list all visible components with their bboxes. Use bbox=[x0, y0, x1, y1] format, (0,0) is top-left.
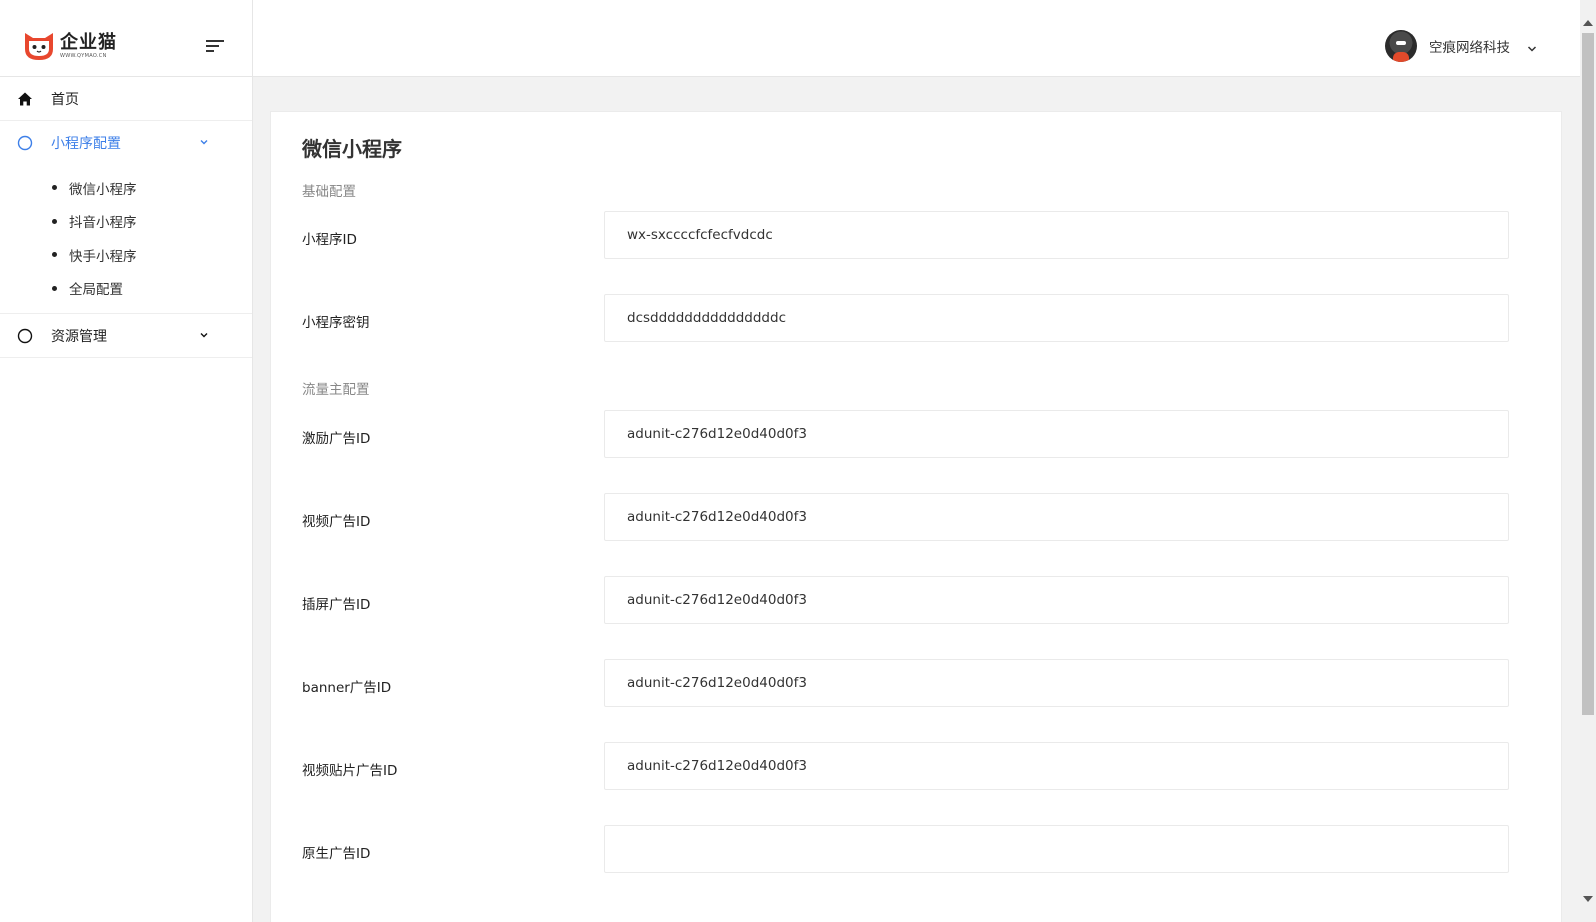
bullet-icon bbox=[52, 218, 57, 224]
avatar bbox=[1385, 30, 1417, 62]
chevron-down-icon bbox=[198, 329, 210, 341]
scroll-thumb[interactable] bbox=[1582, 33, 1594, 715]
submenu-item-douyin[interactable]: 抖音小程序 bbox=[0, 205, 252, 239]
sidebar-item-resource[interactable]: 资源管理 bbox=[0, 314, 252, 358]
chevron-down-icon bbox=[198, 136, 210, 148]
circle-icon bbox=[17, 328, 33, 344]
scroll-down-icon[interactable] bbox=[1583, 896, 1593, 902]
miniapp-submenu: 微信小程序 抖音小程序 快手小程序 全局配置 bbox=[0, 165, 252, 314]
brand-name: 企业猫 bbox=[60, 31, 117, 53]
chevron-down-icon bbox=[1526, 40, 1538, 52]
submenu-item-label: 抖音小程序 bbox=[69, 215, 137, 232]
main-content: 微信小程序 基础配置 小程序ID 小程序密钥 流量主配置 激励广告ID 视频广告… bbox=[253, 77, 1580, 922]
logo[interactable]: 企业猫 WWW.QYMAO.CN bbox=[22, 29, 117, 63]
sidebar-item-label: 小程序配置 bbox=[51, 136, 121, 152]
field-label: 激励广告ID bbox=[302, 431, 371, 447]
app-root: 企业猫 WWW.QYMAO.CN 首页 小程序配置 微信小程序 抖音小程序 快手… bbox=[0, 0, 1596, 922]
submenu-item-wechat[interactable]: 微信小程序 bbox=[0, 171, 252, 205]
sidebar: 企业猫 WWW.QYMAO.CN 首页 小程序配置 微信小程序 抖音小程序 快手… bbox=[0, 0, 253, 922]
user-name: 空痕网络科技 bbox=[1429, 40, 1510, 56]
submenu-item-label: 全局配置 bbox=[69, 282, 123, 299]
submenu-item-label: 微信小程序 bbox=[69, 181, 137, 198]
section-title-basic: 基础配置 bbox=[302, 184, 356, 200]
home-icon bbox=[17, 91, 33, 107]
submenu-item-global[interactable]: 全局配置 bbox=[0, 272, 252, 306]
brand-url: WWW.QYMAO.CN bbox=[60, 52, 107, 59]
sidebar-item-home[interactable]: 首页 bbox=[0, 77, 252, 121]
interstitial-ad-id-input[interactable] bbox=[604, 576, 1509, 624]
reward-ad-id-input[interactable] bbox=[604, 410, 1509, 458]
section-title-traffic: 流量主配置 bbox=[302, 382, 370, 398]
field-label: 原生广告ID bbox=[302, 846, 371, 862]
field-label: banner广告ID bbox=[302, 680, 392, 696]
miniapp-id-input[interactable] bbox=[604, 211, 1509, 259]
native-ad-id-input[interactable] bbox=[604, 825, 1509, 873]
cat-logo-icon bbox=[22, 29, 56, 63]
sidebar-item-miniapp-config[interactable]: 小程序配置 bbox=[0, 121, 252, 165]
banner-ad-id-input[interactable] bbox=[604, 659, 1509, 707]
miniapp-secret-input[interactable] bbox=[604, 294, 1509, 342]
circle-icon bbox=[17, 135, 33, 151]
video-patch-ad-id-input[interactable] bbox=[604, 742, 1509, 790]
submenu-item-label: 快手小程序 bbox=[69, 248, 137, 265]
bullet-icon bbox=[52, 285, 57, 291]
page-scrollbar[interactable] bbox=[1580, 0, 1596, 922]
sidebar-item-label: 资源管理 bbox=[51, 328, 107, 345]
config-card: 微信小程序 基础配置 小程序ID 小程序密钥 流量主配置 激励广告ID 视频广告… bbox=[270, 111, 1562, 922]
submenu-item-kuaishou[interactable]: 快手小程序 bbox=[0, 238, 252, 272]
video-ad-id-input[interactable] bbox=[604, 493, 1509, 541]
user-menu[interactable]: 空痕网络科技 bbox=[1385, 30, 1538, 62]
menu-toggle-icon[interactable] bbox=[205, 38, 227, 54]
scroll-up-icon[interactable] bbox=[1583, 20, 1593, 26]
page-title: 微信小程序 bbox=[302, 137, 402, 161]
bullet-icon bbox=[52, 185, 57, 191]
field-label: 小程序ID bbox=[302, 232, 357, 248]
field-label: 插屏广告ID bbox=[302, 597, 371, 613]
top-header: 空痕网络科技 bbox=[253, 0, 1580, 77]
field-label: 小程序密钥 bbox=[302, 315, 370, 331]
sidebar-item-label: 首页 bbox=[51, 91, 79, 108]
logo-bar: 企业猫 WWW.QYMAO.CN bbox=[0, 0, 252, 77]
field-label: 视频广告ID bbox=[302, 514, 371, 530]
bullet-icon bbox=[52, 252, 57, 258]
field-label: 视频贴片广告ID bbox=[302, 763, 398, 779]
